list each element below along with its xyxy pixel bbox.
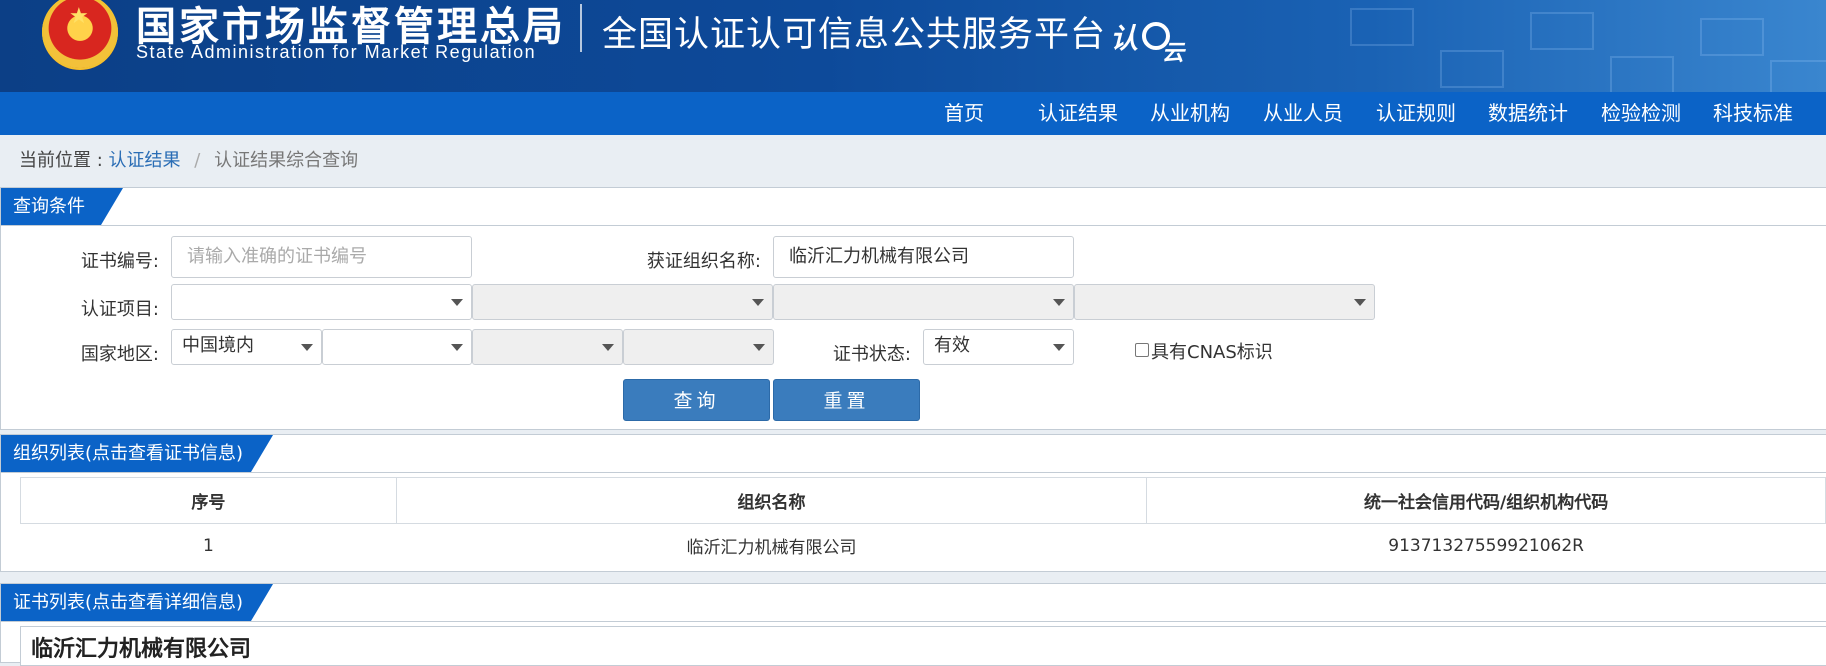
org-list-tab: 组织列表(点击查看证书信息) [1,435,273,472]
nav-item-statistics[interactable]: 数据统计 [1488,92,1568,135]
cert-list-header: 证书列表(点击查看详细信息) [1,584,1826,622]
query-panel-header: 查询条件 [1,188,1826,226]
status-select-value: 有效 [934,335,970,356]
chevron-down-icon [451,299,463,306]
reset-button[interactable]: 重置 [773,379,920,421]
breadcrumb-prefix: 当前位置 : [19,150,103,171]
breadcrumb-current: 认证结果综合查询 [214,150,359,171]
chevron-down-icon [602,344,614,351]
org-name-input[interactable]: 临沂汇力机械有限公司 [773,236,1074,278]
table-header-row: 序号 组织名称 统一社会信用代码/组织机构代码 [20,477,1826,524]
platform-title: 全国认证认可信息公共服务平台 [602,15,1107,55]
nav-item-cert-results[interactable]: 认证结果 [1038,92,1118,135]
chevron-down-icon [301,344,313,351]
main-nav: 首页 认证结果 从业机构 从业人员 认证规则 数据统计 检验检测 科技标准 [0,92,1826,135]
query-panel: 查询条件 证书编号: 请输入准确的证书编号 获证组织名称: 临沂汇力机械有限公司… [0,187,1826,430]
nav-item-institutions[interactable]: 从业机构 [1150,92,1230,135]
project-select-1[interactable] [171,284,472,320]
breadcrumb-separator: / [194,150,201,171]
hex-decoration [1440,50,1504,88]
cert-list-tab: 证书列表(点击查看详细信息) [1,584,273,621]
nav-item-standards[interactable]: 科技标准 [1713,92,1793,135]
cell-credit-code: 91371327559921062R [1388,535,1584,556]
agency-name-en: State Administration for Market Regulati… [136,42,537,62]
hex-decoration [1530,12,1594,50]
nav-item-inspection[interactable]: 检验检测 [1601,92,1681,135]
breadcrumb: 当前位置 : 认证结果 / 认证结果综合查询 [19,146,358,172]
project-select-3[interactable] [773,284,1074,320]
cert-no-input[interactable]: 请输入准确的证书编号 [171,236,472,278]
hex-decoration [1700,18,1764,56]
cnas-checkbox-label: 具有CNAS标识 [1151,342,1273,363]
project-label: 认证项目: [80,299,159,320]
org-name-label: 获证组织名称: [646,251,761,272]
cnas-checkbox[interactable] [1135,343,1149,357]
header-divider [580,4,582,52]
region-label: 国家地区: [80,344,159,365]
chevron-down-icon [1053,299,1065,306]
cnas-checkbox-wrap[interactable]: 具有CNAS标识 [1135,338,1273,364]
chevron-down-icon [1354,299,1366,306]
svg-text:认: 认 [1110,22,1138,55]
nav-item-home[interactable]: 首页 [944,92,984,135]
status-label: 证书状态: [832,344,911,365]
org-list-header: 组织列表(点击查看证书信息) [1,435,1826,473]
project-select-4[interactable] [1074,284,1375,320]
region-select-country[interactable]: 中国境内 [171,329,322,365]
column-header-index: 序号 [20,477,397,524]
national-emblem-icon: ★ [42,0,118,70]
project-select-2[interactable] [472,284,773,320]
renyun-logo-icon: 认 云 [1110,22,1186,66]
svg-text:云: 云 [1162,41,1186,64]
platform-logo: 认 云 [1110,14,1190,72]
region-select-province[interactable] [322,329,472,365]
column-header-org-name: 组织名称 [395,477,1148,524]
search-button[interactable]: 查询 [623,379,770,421]
hex-decoration [1350,8,1414,46]
column-header-credit-code: 统一社会信用代码/组织机构代码 [1146,477,1826,524]
breadcrumb-link[interactable]: 认证结果 [109,150,181,171]
chevron-down-icon [1053,344,1065,351]
cert-org-title: 临沂汇力机械有限公司 [31,637,252,662]
site-header: ★ 国家市场监督管理总局 State Administration for Ma… [0,0,1826,92]
nav-item-rules[interactable]: 认证规则 [1376,92,1456,135]
query-tab: 查询条件 [1,188,123,225]
hex-decoration [1610,56,1674,92]
cell-index: 1 [202,535,214,556]
region-select-district[interactable] [623,329,774,365]
nav-item-personnel[interactable]: 从业人员 [1263,92,1343,135]
chevron-down-icon [753,344,765,351]
cell-org-name[interactable]: 临沂汇力机械有限公司 [396,524,1147,568]
cert-org-box[interactable]: 临沂汇力机械有限公司 [20,626,1826,666]
status-select[interactable]: 有效 [923,329,1074,365]
org-table: 序号 组织名称 统一社会信用代码/组织机构代码 1 临沂汇力机械有限公司 913… [20,477,1826,567]
cert-no-label: 证书编号: [80,251,159,272]
table-row[interactable]: 1 临沂汇力机械有限公司 91371327559921062R [21,524,1826,568]
chevron-down-icon [752,299,764,306]
region-select-value: 中国境内 [182,335,254,356]
hex-decoration [1770,60,1826,92]
region-select-city[interactable] [472,329,623,365]
chevron-down-icon [451,344,463,351]
